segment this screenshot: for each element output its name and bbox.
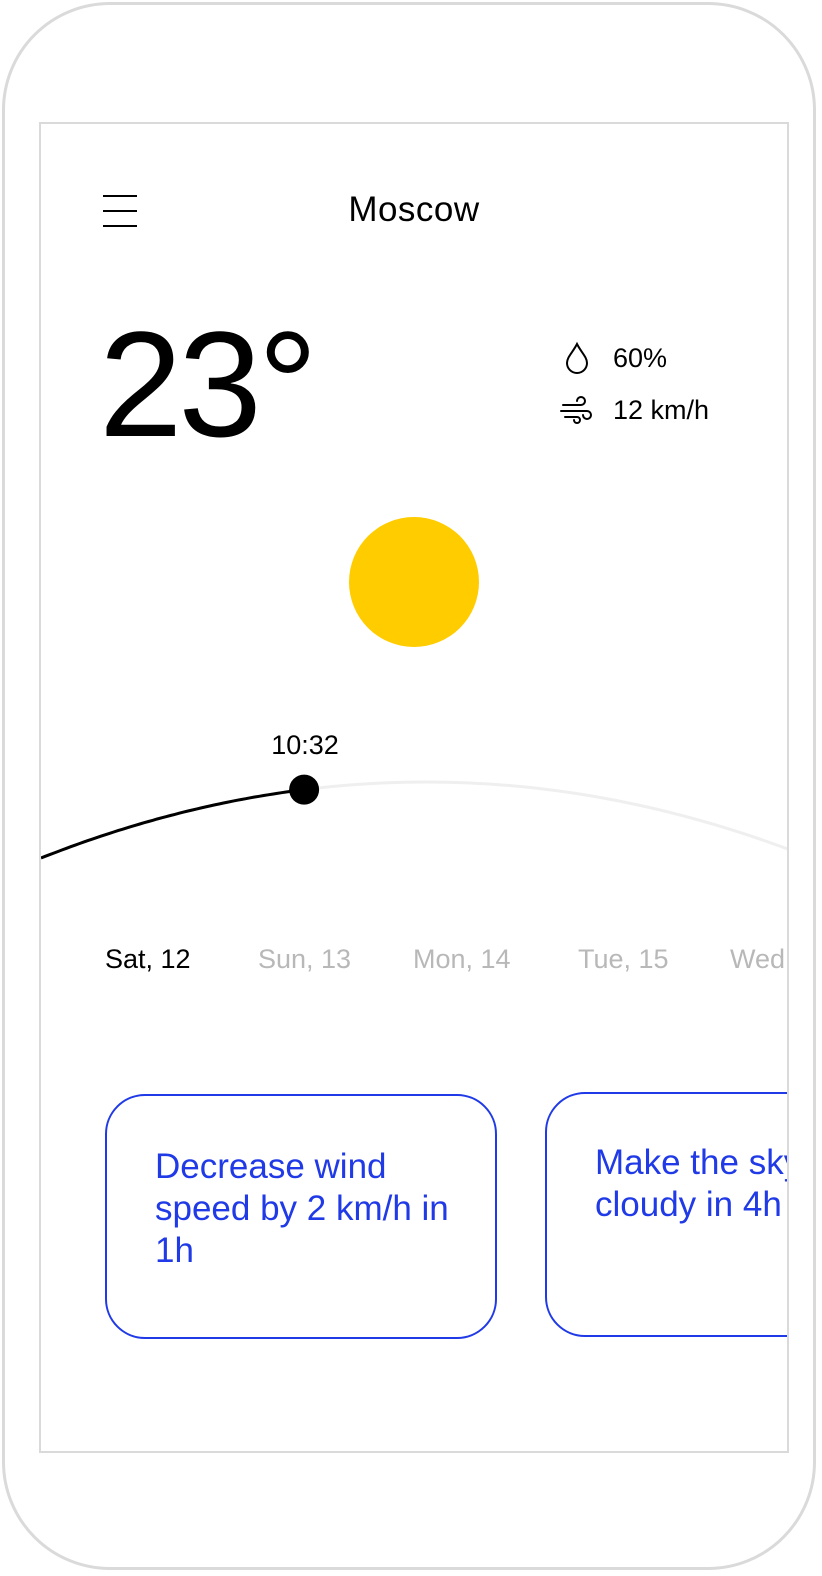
suggestion-card[interactable]: Make the sky cloudy in 4h — [545, 1092, 787, 1337]
day-tab[interactable]: Tue, 15 — [578, 944, 669, 975]
wind-value: 12 km/h — [613, 394, 710, 425]
app-screen: Moscow 23° 60% 12 km/h 10:32 Sat, 12 Sun… — [39, 122, 789, 1453]
droplet-icon — [565, 341, 589, 374]
day-selector: Sat, 12 Sun, 13 Mon, 14 Tue, 15 Wed — [41, 944, 787, 984]
weather-stats: 60% 12 km/h — [559, 332, 709, 436]
sun-path-arc — [41, 774, 787, 860]
current-temperature: 23° — [99, 300, 318, 468]
time-handle[interactable] — [289, 774, 320, 805]
day-tab[interactable]: Wed — [730, 944, 785, 975]
arc-progress — [41, 788, 305, 860]
wind-icon — [560, 396, 592, 424]
day-tab[interactable]: Sun, 13 — [258, 944, 351, 975]
day-tab[interactable]: Sat, 12 — [105, 944, 191, 975]
wind-stat: 12 km/h — [559, 384, 709, 436]
day-tab[interactable]: Mon, 14 — [413, 944, 511, 975]
phone-frame: Moscow 23° 60% 12 km/h 10:32 Sat, 12 Sun… — [2, 2, 816, 1570]
city-title: Moscow — [348, 190, 480, 229]
humidity-value: 60% — [613, 342, 668, 373]
sun-graphic — [349, 517, 479, 647]
suggestion-card[interactable]: Decrease wind speed by 2 km/h in 1h — [105, 1094, 497, 1339]
humidity-stat: 60% — [559, 332, 709, 384]
